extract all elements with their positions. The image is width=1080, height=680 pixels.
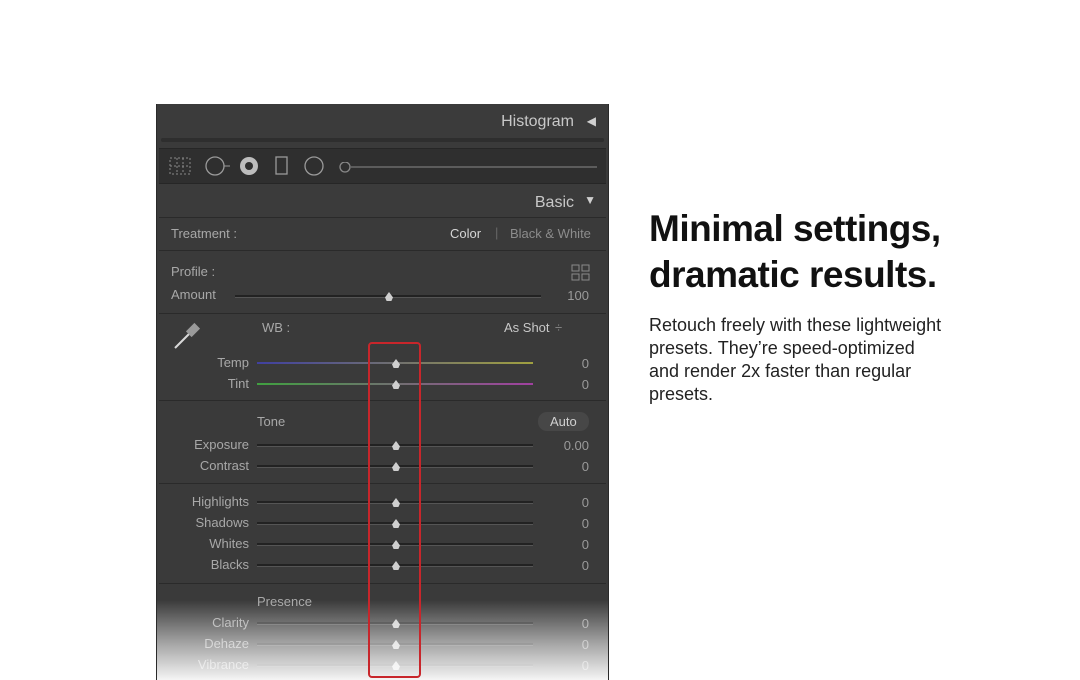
highlights-label: Highlights <box>191 494 249 509</box>
highlights-value[interactable]: 0 <box>539 495 589 510</box>
vibrance-value[interactable]: 0 <box>539 658 589 673</box>
exposure-value[interactable]: 0.00 <box>539 438 589 453</box>
vibrance-label: Vibrance <box>197 657 249 672</box>
adjustment-brush-icon[interactable] <box>339 161 599 179</box>
temp-label: Temp <box>217 355 249 370</box>
whites-label: Whites <box>209 536 249 551</box>
tone-label: Tone <box>257 414 286 429</box>
basic-title: Basic <box>534 194 574 211</box>
body-copy: Retouch freely with these lightweight pr… <box>649 315 942 404</box>
profile-label: Profile : <box>171 264 216 279</box>
spot-removal-icon[interactable] <box>205 156 231 181</box>
eyedropper-icon[interactable] <box>171 320 203 357</box>
exposure-label: Exposure <box>194 437 249 452</box>
collapse-left-icon: ◀ <box>586 114 596 128</box>
profile-browser-icon[interactable] <box>571 264 591 287</box>
basic-header[interactable]: Basic ▼ <box>157 184 608 218</box>
dehaze-value[interactable]: 0 <box>539 637 589 652</box>
graduated-filter-icon[interactable] <box>275 156 289 181</box>
headline: Minimal settings, dramatic results. <box>649 206 1049 298</box>
tint-label: Tint <box>227 376 249 391</box>
blacks-value[interactable]: 0 <box>539 558 589 573</box>
treatment-divider: | <box>495 225 499 240</box>
wb-select-arrows-icon: ÷ <box>555 320 563 335</box>
grid-crop-icon[interactable] <box>169 157 191 180</box>
radial-filter-icon[interactable] <box>304 156 326 183</box>
amount-value[interactable]: 100 <box>539 288 589 303</box>
histogram-strip <box>161 138 604 142</box>
whites-value[interactable]: 0 <box>539 537 589 552</box>
headline-line-2: dramatic results. <box>649 254 937 295</box>
headline-line-1: Minimal settings, <box>649 208 941 249</box>
histogram-title: Histogram <box>501 113 574 130</box>
auto-button[interactable]: Auto <box>538 412 589 431</box>
zero-position-highlight <box>368 342 421 678</box>
histogram-header[interactable]: Histogram ◀ <box>157 104 608 138</box>
dehaze-label: Dehaze <box>204 636 249 651</box>
clarity-label: Clarity <box>212 615 249 630</box>
blacks-label: Blacks <box>210 557 249 572</box>
wb-value-select[interactable]: As Shot <box>504 320 550 335</box>
tool-strip <box>159 148 606 184</box>
treatment-bw-option[interactable]: Black & White <box>510 226 591 241</box>
contrast-label: Contrast <box>199 458 249 473</box>
temp-value[interactable]: 0 <box>539 356 589 371</box>
wb-label: WB : <box>262 320 291 335</box>
clarity-value[interactable]: 0 <box>539 616 589 631</box>
amount-label: Amount <box>171 287 216 302</box>
treatment-color-option[interactable]: Color <box>450 226 481 241</box>
tint-value[interactable]: 0 <box>539 377 589 392</box>
shadows-label: Shadows <box>195 515 249 530</box>
presence-label: Presence <box>257 594 312 609</box>
red-eye-icon[interactable] <box>238 156 260 183</box>
shadows-value[interactable]: 0 <box>539 516 589 531</box>
contrast-value[interactable]: 0 <box>539 459 589 474</box>
collapse-down-icon: ▼ <box>584 193 596 207</box>
treatment-label: Treatment : <box>171 226 237 241</box>
